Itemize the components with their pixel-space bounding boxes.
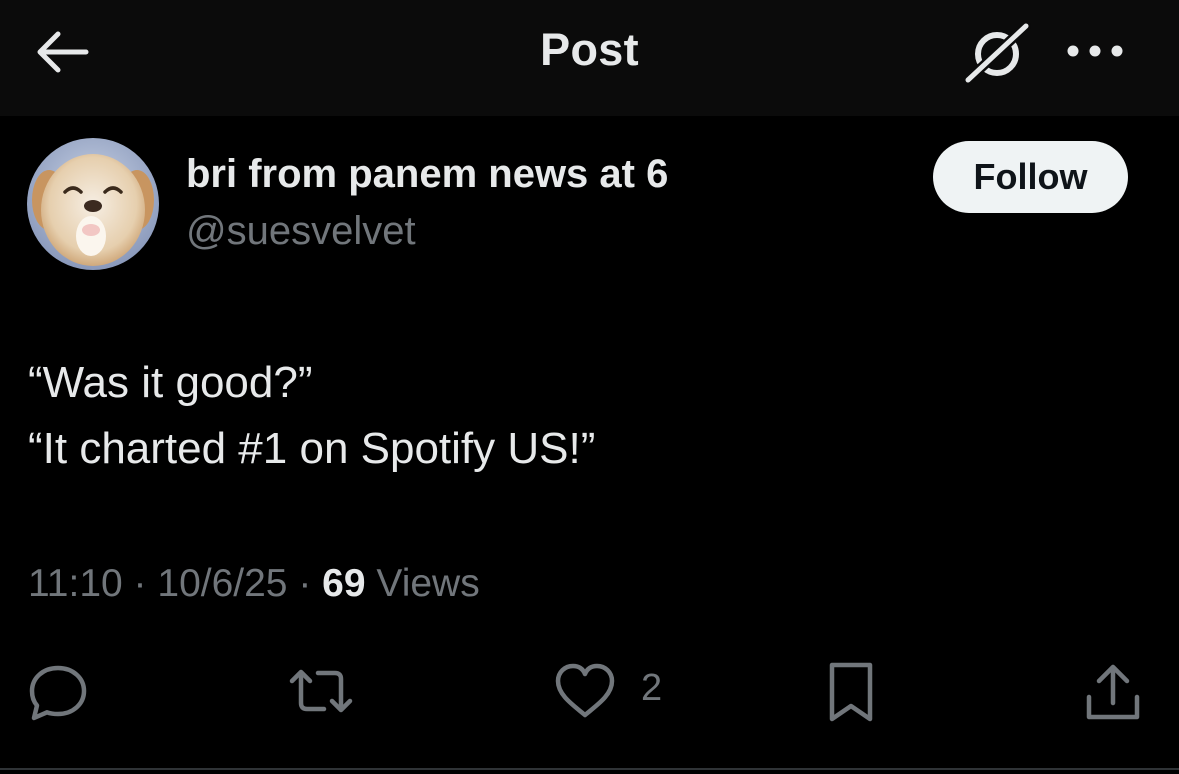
share-button[interactable]: [1084, 645, 1142, 735]
divider: [0, 768, 1179, 770]
post-text: “Was it good?” “It charted #1 on Spotify…: [28, 350, 1128, 482]
post-date[interactable]: 10/6/25: [157, 562, 287, 605]
avatar[interactable]: [27, 138, 159, 270]
puppy-avatar: [27, 138, 159, 270]
like-button[interactable]: 2: [553, 645, 673, 735]
bookmark-icon: [829, 662, 873, 722]
top-app-bar: Post: [0, 0, 1179, 116]
grok-button[interactable]: [962, 20, 1032, 86]
author-display-name[interactable]: bri from panem news at 6: [186, 152, 668, 197]
post-metadata: 11:10 · 10/6/25 · 69 Views: [28, 562, 480, 606]
author-handle[interactable]: @suesvelvet: [186, 209, 416, 254]
post-text-line: “Was it good?”: [28, 358, 313, 407]
action-bar: 2: [0, 645, 1179, 735]
share-icon: [1086, 664, 1140, 720]
post-time[interactable]: 11:10: [28, 562, 123, 605]
repost-icon: [289, 669, 353, 713]
repost-button[interactable]: [286, 645, 356, 735]
post-text-line: “It charted #1 on Spotify US!”: [28, 424, 596, 473]
reply-icon: [29, 665, 87, 721]
heart-icon: [555, 663, 615, 718]
more-horizontal-icon: [1067, 45, 1123, 57]
reply-button[interactable]: [26, 645, 90, 735]
like-count: 2: [641, 667, 663, 709]
more-options-button[interactable]: [1064, 36, 1126, 66]
grok-icon: [963, 21, 1031, 85]
meta-separator: ·: [122, 562, 158, 605]
views-count[interactable]: 69: [322, 562, 365, 605]
meta-separator: ·: [287, 562, 323, 605]
bookmark-button[interactable]: [826, 645, 876, 735]
follow-button[interactable]: Follow: [933, 141, 1128, 213]
views-label[interactable]: Views: [366, 562, 479, 605]
